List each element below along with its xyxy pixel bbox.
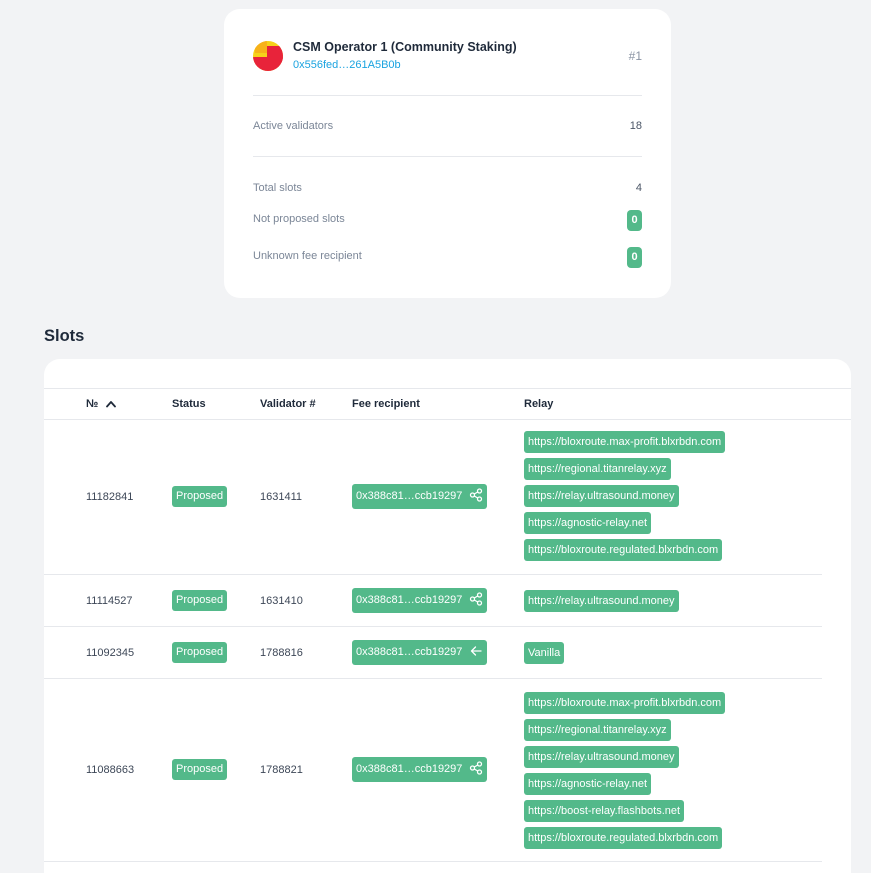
table-row: 11092345 Proposed 1788816 0x388c81…ccb19…	[44, 627, 851, 679]
column-number-label: №	[86, 398, 99, 410]
operator-address-link[interactable]: 0x556fed…261A5B0b	[293, 59, 401, 71]
unknown-fee-label: Unknown fee recipient	[253, 250, 362, 262]
status-badge: Proposed	[172, 486, 228, 507]
slot-number[interactable]: 11114527	[86, 595, 133, 607]
column-relay: Relay	[524, 398, 554, 410]
divider	[253, 95, 642, 96]
share-icon	[470, 592, 483, 606]
fee-recipient-button[interactable]: 0x388c81…ccb19297	[352, 484, 488, 509]
status-badge: Proposed	[172, 642, 228, 663]
slot-number[interactable]: 11088663	[86, 764, 134, 776]
not-proposed-label: Not proposed slots	[253, 213, 345, 225]
slots-table: № Status Validator # Fee recipient Relay…	[44, 359, 851, 873]
relay-badge: https://bloxroute.regulated.blxrbdn.com	[524, 539, 723, 561]
column-number-sort[interactable]: №	[86, 389, 98, 419]
fee-recipient-button[interactable]: 0x388c81…ccb19297	[352, 757, 488, 782]
column-fee-recipient: Fee recipient	[352, 398, 420, 410]
operator-avatar	[253, 41, 283, 71]
share-icon	[470, 761, 483, 775]
column-status: Status	[172, 398, 206, 410]
relay-badge: https://regional.titanrelay.xyz	[524, 719, 671, 741]
relay-badge: https://agnostic-relay.net	[524, 512, 652, 534]
fee-recipient-button[interactable]: 0x388c81…ccb19297	[352, 640, 488, 665]
sort-ascending-icon[interactable]	[106, 400, 116, 408]
unknown-fee-badge: 0	[627, 247, 642, 268]
share-icon	[470, 488, 483, 502]
operator-header: CSM Operator 1 (Community Staking) 0x556…	[253, 40, 642, 72]
validator-number[interactable]: 1788816	[260, 647, 303, 659]
status-badge: Proposed	[172, 590, 228, 611]
fee-recipient-address: 0x388c81…ccb19297	[356, 646, 463, 658]
row-divider	[44, 861, 822, 862]
slot-number[interactable]: 11092345	[86, 647, 134, 659]
table-header: № Status Validator # Fee recipient Relay	[44, 388, 851, 420]
validator-number[interactable]: 1631410	[260, 595, 303, 607]
validator-number[interactable]: 1631411	[260, 491, 302, 503]
relay-badge: https://bloxroute.regulated.blxrbdn.com	[524, 827, 723, 849]
divider	[253, 156, 642, 157]
fee-recipient-address: 0x388c81…ccb19297	[356, 490, 463, 502]
relay-badge: https://bloxroute.max-profit.blxrbdn.com	[524, 692, 726, 714]
total-slots-label: Total slots	[253, 182, 302, 194]
active-validators-label: Active validators	[253, 120, 334, 132]
relay-badge: https://bloxroute.max-profit.blxrbdn.com	[524, 431, 726, 453]
relay-badge: https://agnostic-relay.net	[524, 773, 652, 795]
validator-number[interactable]: 1788821	[260, 764, 303, 776]
operator-rank: #1	[628, 49, 642, 63]
table-row: 11088663 Proposed 1788821 0x388c81…ccb19…	[44, 679, 851, 862]
active-validators-value: 18	[629, 120, 642, 132]
slots-title: Slots	[44, 327, 85, 345]
not-proposed-badge: 0	[627, 210, 642, 231]
operator-card: CSM Operator 1 (Community Staking) 0x556…	[224, 9, 671, 298]
table-row: 11182841 Proposed 1631411 0x388c81…ccb19…	[44, 421, 851, 575]
slot-number[interactable]: 11182841	[86, 491, 133, 503]
status-badge: Proposed	[172, 759, 228, 780]
fee-recipient-button[interactable]: 0x388c81…ccb19297	[352, 588, 488, 613]
relay-badge: https://regional.titanrelay.xyz	[524, 458, 671, 480]
relay-badge: https://relay.ultrasound.money	[524, 590, 679, 612]
fee-recipient-address: 0x388c81…ccb19297	[356, 594, 463, 606]
fee-recipient-address: 0x388c81…ccb19297	[356, 763, 463, 775]
operator-name: CSM Operator 1 (Community Staking)	[293, 40, 517, 54]
relay-badge: Vanilla	[524, 642, 565, 664]
total-slots-value: 4	[635, 182, 642, 194]
column-validator: Validator #	[260, 398, 316, 410]
relay-badge: https://boost-relay.flashbots.net	[524, 800, 685, 822]
table-row: 11114527 Proposed 1631410 0x388c81…ccb19…	[44, 575, 851, 627]
relay-badge: https://relay.ultrasound.money	[524, 485, 679, 507]
arrow-left-icon	[471, 646, 483, 656]
relay-badge: https://relay.ultrasound.money	[524, 746, 679, 768]
